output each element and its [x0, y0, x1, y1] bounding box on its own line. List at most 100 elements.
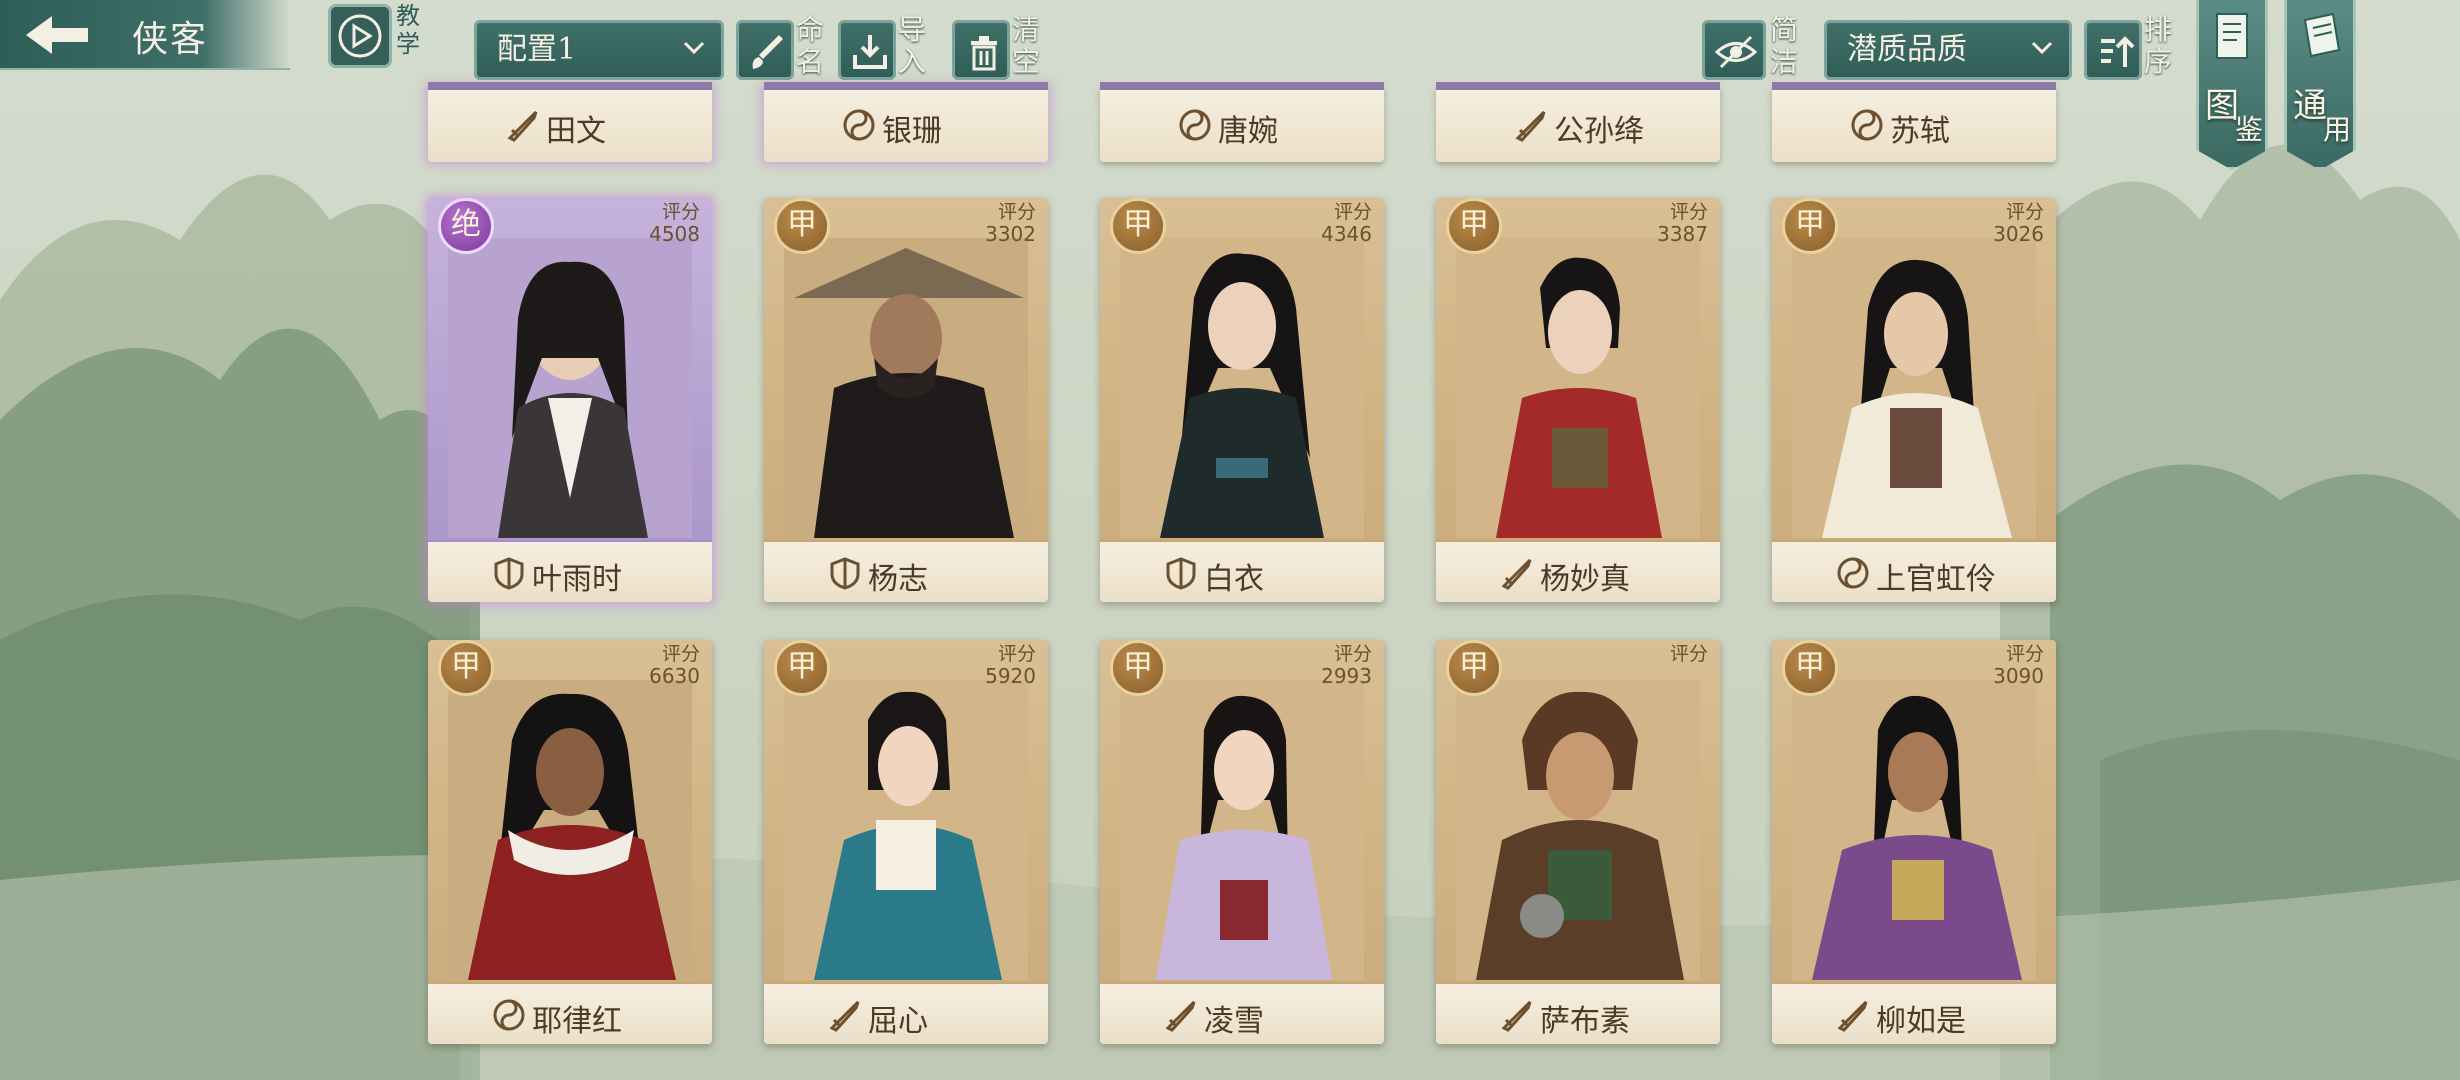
hero-card[interactable]: 甲 评分 5920 屈心	[764, 640, 1048, 1044]
simple-view-button[interactable]	[1702, 20, 1766, 80]
sort-icon	[2101, 36, 2135, 67]
hero-card-partial[interactable]: 苏轼	[1772, 82, 2056, 162]
hero-name: 凌雪	[1204, 1004, 1264, 1039]
hero-card[interactable]: 甲 评分 3387 杨妙真	[1436, 198, 1720, 602]
hero-card-partial[interactable]: 公孙绛	[1436, 82, 1720, 162]
import-button[interactable]	[838, 20, 896, 80]
grade-badge: 甲	[1446, 198, 1502, 254]
grade-badge: 甲	[1782, 198, 1838, 254]
hero-name: 田文	[546, 114, 606, 149]
shield-icon	[1166, 557, 1196, 590]
sort-order-button[interactable]	[2084, 20, 2142, 80]
hero-portrait	[1120, 238, 1364, 538]
grade-badge: 甲	[1446, 640, 1502, 696]
hero-name: 白衣	[1204, 562, 1264, 597]
hero-card[interactable]: 绝 评分 4508 叶雨时	[428, 198, 712, 602]
sword-icon	[1501, 1000, 1532, 1032]
name-plate: 叶雨时	[428, 540, 712, 602]
eye-slash-icon	[1715, 35, 1757, 69]
hero-portrait	[784, 680, 1028, 980]
atlas-banner-button[interactable]: 图 鉴	[2196, 0, 2268, 170]
back-arrow-icon	[26, 16, 88, 54]
hero-name: 唐婉	[1218, 114, 1278, 149]
atlas-label-1: 图	[2205, 86, 2239, 126]
hero-portrait	[448, 238, 692, 538]
import-label: 导入	[898, 13, 927, 78]
name-plate: 耶律红	[428, 982, 712, 1044]
hero-name: 叶雨时	[532, 562, 622, 597]
score-value: 3387	[1657, 222, 1708, 246]
hero-card[interactable]: 甲 评分 3302 杨志	[764, 198, 1048, 602]
hero-name: 杨妙真	[1540, 562, 1630, 597]
trash-icon	[971, 36, 997, 71]
score-label: 评分	[997, 643, 1036, 665]
hero-card[interactable]: 甲 评分 3090 柳如是	[1772, 640, 2056, 1044]
score-label: 评分	[661, 643, 700, 665]
general-banner-button[interactable]: 通 用	[2284, 0, 2356, 170]
rename-label: 命名	[796, 13, 825, 78]
score-value: 3026	[1993, 222, 2044, 246]
name-plate: 凌雪	[1100, 982, 1384, 1044]
hero-card-partial[interactable]: 唐婉	[1100, 82, 1384, 162]
hero-portrait	[1792, 680, 2036, 980]
scroll-icon	[2303, 12, 2341, 58]
hero-name: 屈心	[868, 1004, 928, 1039]
grade-badge: 甲	[1110, 640, 1166, 696]
general-label-1: 通	[2293, 86, 2327, 126]
hero-name: 银珊	[882, 114, 942, 149]
hero-name: 耶律红	[532, 1004, 622, 1039]
hero-name: 苏轼	[1890, 114, 1950, 149]
clear-label: 清空	[1012, 13, 1041, 78]
sword-icon	[1837, 1000, 1868, 1032]
brush-icon	[752, 35, 783, 69]
grade-badge: 甲	[774, 640, 830, 696]
back-button[interactable]: 侠客	[0, 0, 290, 70]
shield-icon	[830, 557, 860, 590]
hero-card[interactable]: 甲 评分 萨布素	[1436, 640, 1720, 1044]
general-label-2: 用	[2323, 113, 2352, 146]
score-label: 评分	[661, 201, 700, 223]
hero-card-partial[interactable]: 银珊	[764, 82, 1048, 162]
hero-portrait	[1792, 238, 2036, 538]
book-icon	[2216, 13, 2248, 59]
score-value: 2993	[1321, 664, 1372, 688]
score-label: 评分	[2005, 201, 2044, 223]
shield-icon	[494, 557, 524, 590]
hero-card[interactable]: 甲 评分 4346 白衣	[1100, 198, 1384, 602]
score-label: 评分	[2005, 643, 2044, 665]
taiji-icon	[843, 109, 875, 141]
score-label: 评分	[997, 201, 1036, 223]
sword-icon	[507, 110, 538, 142]
sword-icon	[829, 1000, 860, 1032]
hero-portrait	[448, 680, 692, 980]
clear-button[interactable]	[952, 20, 1010, 80]
score-label: 评分	[1669, 643, 1708, 665]
hero-card[interactable]: 甲 评分 2993 凌雪	[1100, 640, 1384, 1044]
taiji-icon	[1179, 109, 1211, 141]
tutorial-button[interactable]	[328, 4, 392, 68]
top-bar: 侠客 教学 配置1 命名 导入 清空 简洁 潜质品质 排序 图 鉴 通 用	[0, 0, 2460, 170]
name-plate: 柳如是	[1772, 982, 2056, 1044]
score-value: 4508	[649, 222, 700, 246]
hero-portrait	[1456, 238, 1700, 538]
sword-icon	[1515, 110, 1546, 142]
rename-button[interactable]	[736, 20, 794, 80]
score-label: 评分	[1669, 201, 1708, 223]
hero-grid: 田文 银珊 唐婉 公孙绛 苏轼 绝 评分 4508 叶雨时 甲 评分 3302 …	[0, 0, 2460, 1080]
taiji-icon	[493, 999, 525, 1031]
name-plate: 杨妙真	[1436, 540, 1720, 602]
hero-card[interactable]: 甲 评分 6630 耶律红	[428, 640, 712, 1044]
config-select-value: 配置1	[497, 32, 577, 67]
grade-badge: 甲	[438, 640, 494, 696]
simple-view-label: 简洁	[1770, 13, 1799, 78]
play-icon	[338, 14, 382, 58]
grade-badge: 甲	[1782, 640, 1838, 696]
sort-select[interactable]: 潜质品质	[1824, 20, 2072, 80]
hero-card-partial[interactable]: 田文	[428, 82, 712, 162]
hero-card[interactable]: 甲 评分 3026 上官虹伶	[1772, 198, 2056, 602]
hero-portrait	[784, 238, 1028, 538]
hero-name: 萨布素	[1540, 1004, 1630, 1039]
grade-badge: 甲	[1110, 198, 1166, 254]
hero-name: 上官虹伶	[1876, 562, 1996, 597]
config-select[interactable]: 配置1	[474, 20, 724, 80]
